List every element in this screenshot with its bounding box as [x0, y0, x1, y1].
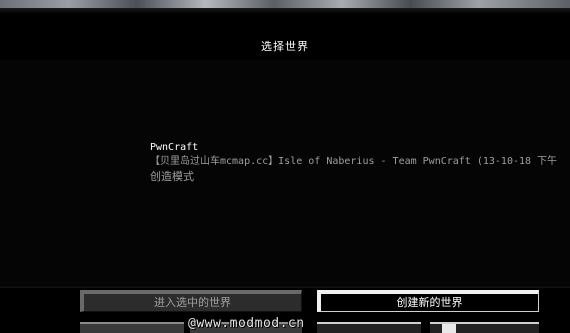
create-new-world-button[interactable]: 创建新的世界	[317, 290, 539, 312]
site-watermark: @www.modmod.cn	[188, 316, 305, 331]
world-name: PwnCraft	[150, 142, 199, 153]
world-game-mode: 创造模式	[150, 170, 194, 183]
cancel-button[interactable]	[430, 322, 539, 333]
background-panorama-strip	[0, 0, 570, 8]
world-list[interactable]: PwnCraft 【贝里岛过山车mcmap.cc】Isle of Naberiu…	[0, 60, 570, 285]
play-selected-world-button[interactable]: 进入选中的世界	[80, 290, 302, 312]
world-list-item[interactable]: PwnCraft 【贝里岛过山车mcmap.cc】Isle of Naberiu…	[150, 142, 570, 184]
recreate-world-button[interactable]	[317, 322, 421, 333]
world-description: 【贝里岛过山车mcmap.cc】Isle of Naberius - Team …	[150, 156, 558, 167]
list-divider	[0, 285, 570, 288]
header-shadow	[0, 8, 570, 14]
screen-title: 选择世界	[261, 40, 309, 53]
rename-world-button[interactable]	[80, 322, 184, 333]
